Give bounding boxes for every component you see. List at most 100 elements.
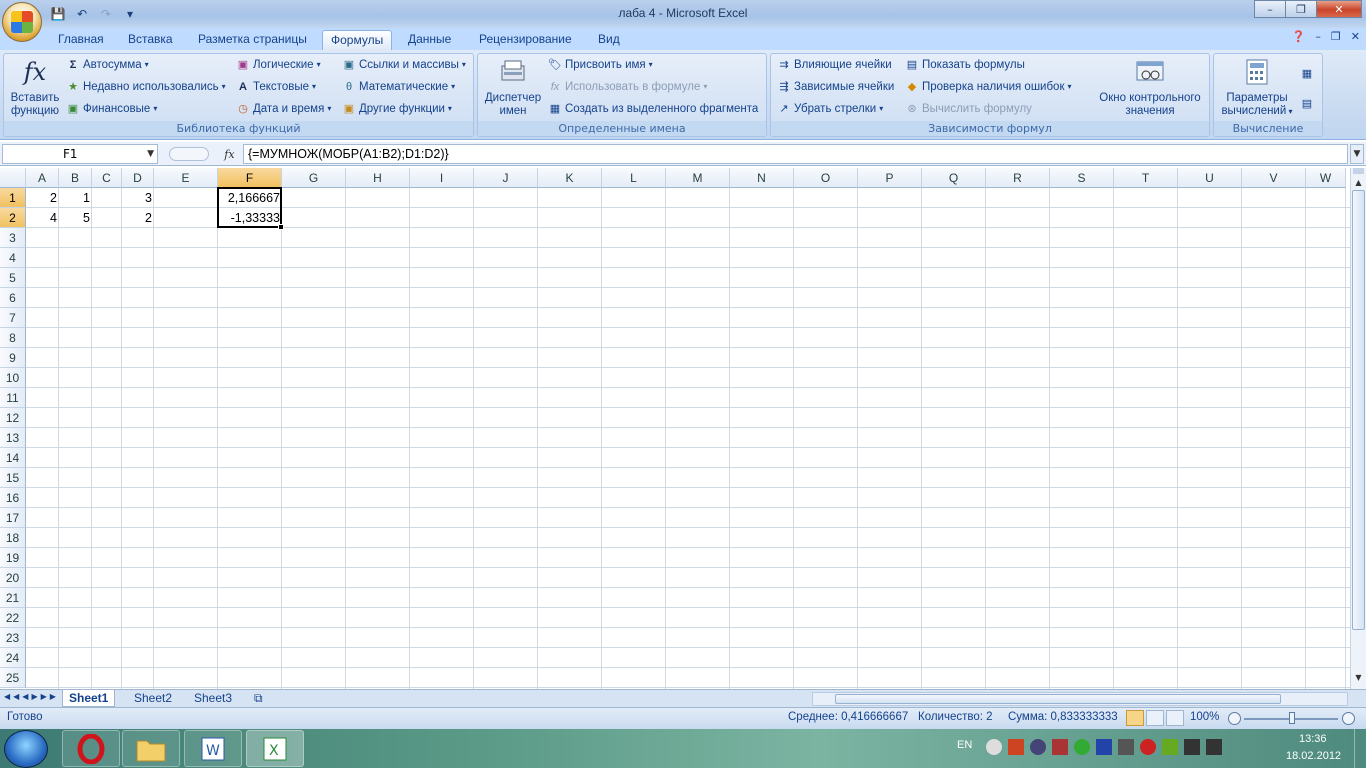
tray-bluetooth-icon[interactable] <box>1096 739 1112 755</box>
sheet-tab-2[interactable]: Sheet2 <box>128 690 178 707</box>
worksheet-grid[interactable]: ABCDEFGHIJKLMNOPQRSTUVW 1 2 3 4 5 6 7 8 9 10 11 12 1… <box>0 168 1350 689</box>
page-layout-view-button[interactable] <box>1146 710 1164 726</box>
zoom-level[interactable]: 100% <box>1190 711 1219 723</box>
calculate-sheet-button[interactable]: ▤ <box>1300 94 1314 114</box>
column-header-h[interactable]: H <box>346 168 410 188</box>
watch-window-button[interactable]: Окно контрольного значения <box>1091 56 1209 118</box>
tab-page-layout[interactable]: Разметка страницы <box>190 30 315 50</box>
autosum-button[interactable]: Σ Автосумма ▾ <box>66 55 149 75</box>
row-header-21[interactable]: 21 <box>0 588 26 608</box>
row-header-16[interactable]: 16 <box>0 488 26 508</box>
zoom-in-button[interactable] <box>1342 712 1355 725</box>
sheet-tab-3[interactable]: Sheet3 <box>188 690 238 707</box>
tab-insert[interactable]: Вставка <box>120 30 181 50</box>
row-header-1[interactable]: 1 <box>0 188 26 208</box>
start-button[interactable] <box>4 730 48 768</box>
zoom-slider[interactable] <box>1228 712 1355 726</box>
taskbar-word[interactable]: W <box>184 730 242 767</box>
logical-button[interactable]: ▣ Логические ▾ <box>236 55 321 75</box>
tray-utorrent-icon[interactable] <box>1074 739 1090 755</box>
tab-review[interactable]: Рецензирование <box>471 30 580 50</box>
help-icon[interactable]: ❓ <box>1292 30 1306 43</box>
cell-b2[interactable]: 5 <box>59 208 92 228</box>
row-header-18[interactable]: 18 <box>0 528 26 548</box>
trace-precedents-button[interactable]: ⇉ Влияющие ячейки <box>777 55 891 75</box>
recently-used-button[interactable]: ★ Недавно использовались ▾ <box>66 77 226 97</box>
tray-nvidia-icon[interactable] <box>1162 739 1178 755</box>
remove-arrows-button[interactable]: ↗ Убрать стрелки ▾ <box>777 99 883 119</box>
calculate-now-button[interactable]: ▦ <box>1300 64 1314 84</box>
normal-view-button[interactable] <box>1126 710 1144 726</box>
page-break-view-button[interactable] <box>1166 710 1184 726</box>
column-header-v[interactable]: V <box>1242 168 1306 188</box>
column-header-c[interactable]: C <box>92 168 122 188</box>
language-indicator[interactable]: EN <box>957 739 972 751</box>
column-header-l[interactable]: L <box>602 168 666 188</box>
zoom-out-button[interactable] <box>1228 712 1241 725</box>
column-header-e[interactable]: E <box>154 168 218 188</box>
sheet-tab-1[interactable]: Sheet1 <box>62 690 116 707</box>
column-header-a[interactable]: A <box>26 168 59 188</box>
name-manager-button[interactable]: Диспетчер имен <box>480 56 546 118</box>
row-header-20[interactable]: 20 <box>0 568 26 588</box>
define-name-button[interactable]: 🏷 Присвоить имя ▾ <box>548 55 653 75</box>
row-header-6[interactable]: 6 <box>0 288 26 308</box>
taskbar-explorer[interactable] <box>122 730 180 767</box>
clock-time[interactable]: 13:36 <box>1299 733 1327 745</box>
row-header-3[interactable]: 3 <box>0 228 26 248</box>
expand-handle-icon[interactable] <box>169 147 210 161</box>
maximize-button[interactable]: ❐ <box>1285 0 1317 18</box>
cell-b1[interactable]: 1 <box>59 188 92 208</box>
scroll-down-button[interactable]: ▼ <box>1352 671 1365 685</box>
column-header-q[interactable]: Q <box>922 168 986 188</box>
row-header-11[interactable]: 11 <box>0 388 26 408</box>
column-header-u[interactable]: U <box>1178 168 1242 188</box>
expand-formula-bar-button[interactable]: ▼ <box>1350 144 1364 164</box>
row-header-25[interactable]: 25 <box>0 668 26 688</box>
use-in-formula-button[interactable]: fx Использовать в формуле ▾ <box>548 77 708 97</box>
horizontal-scrollbar[interactable] <box>812 692 1348 706</box>
column-header-w[interactable]: W <box>1306 168 1346 188</box>
column-header-f[interactable]: F <box>218 168 282 188</box>
ribbon-minimize-button[interactable]: – <box>1315 30 1321 43</box>
name-box[interactable]: F1 ▼ <box>2 144 158 164</box>
zoom-thumb[interactable] <box>1289 712 1295 724</box>
row-header-19[interactable]: 19 <box>0 548 26 568</box>
row-header-13[interactable]: 13 <box>0 428 26 448</box>
select-all-corner[interactable] <box>0 168 26 188</box>
row-header-10[interactable]: 10 <box>0 368 26 388</box>
row-header-24[interactable]: 24 <box>0 648 26 668</box>
sheet-nav-buttons[interactable]: ◀◀◀▶▶▶ <box>4 692 59 701</box>
cell-d2[interactable]: 2 <box>122 208 154 228</box>
row-header-23[interactable]: 23 <box>0 628 26 648</box>
column-header-r[interactable]: R <box>986 168 1050 188</box>
tray-pdf-icon[interactable] <box>1008 739 1024 755</box>
column-header-j[interactable]: J <box>474 168 538 188</box>
scroll-thumb[interactable] <box>835 694 1281 704</box>
column-header-p[interactable]: P <box>858 168 922 188</box>
column-header-n[interactable]: N <box>730 168 794 188</box>
vertical-scrollbar[interactable]: ▲ ▼ <box>1350 168 1366 689</box>
tab-formulas[interactable]: Формулы <box>322 30 393 50</box>
datetime-button[interactable]: ◷ Дата и время ▾ <box>236 99 331 119</box>
scroll-thumb[interactable] <box>1352 190 1365 630</box>
column-header-t[interactable]: T <box>1114 168 1178 188</box>
fill-handle[interactable] <box>278 224 284 230</box>
create-from-selection-button[interactable]: ▦ Создать из выделенного фрагмента <box>548 99 758 119</box>
row-header-9[interactable]: 9 <box>0 348 26 368</box>
split-box[interactable] <box>1353 168 1364 174</box>
row-header-22[interactable]: 22 <box>0 608 26 628</box>
column-header-g[interactable]: G <box>282 168 346 188</box>
tray-skype-icon[interactable] <box>986 739 1002 755</box>
tray-volume-icon[interactable] <box>1206 739 1222 755</box>
calculation-options-button[interactable]: Параметры вычислений ▾ <box>1216 56 1298 118</box>
column-header-m[interactable]: M <box>666 168 730 188</box>
row-header-5[interactable]: 5 <box>0 268 26 288</box>
row-header-15[interactable]: 15 <box>0 468 26 488</box>
financial-button[interactable]: ▣ Финансовые ▾ <box>66 99 158 119</box>
error-checking-button[interactable]: ◆ Проверка наличия ошибок ▾ <box>905 77 1072 97</box>
show-desktop-button[interactable] <box>1354 729 1366 768</box>
evaluate-formula-button[interactable]: ⊛ Вычислить формулу <box>905 99 1032 119</box>
row-header-8[interactable]: 8 <box>0 328 26 348</box>
column-header-s[interactable]: S <box>1050 168 1114 188</box>
